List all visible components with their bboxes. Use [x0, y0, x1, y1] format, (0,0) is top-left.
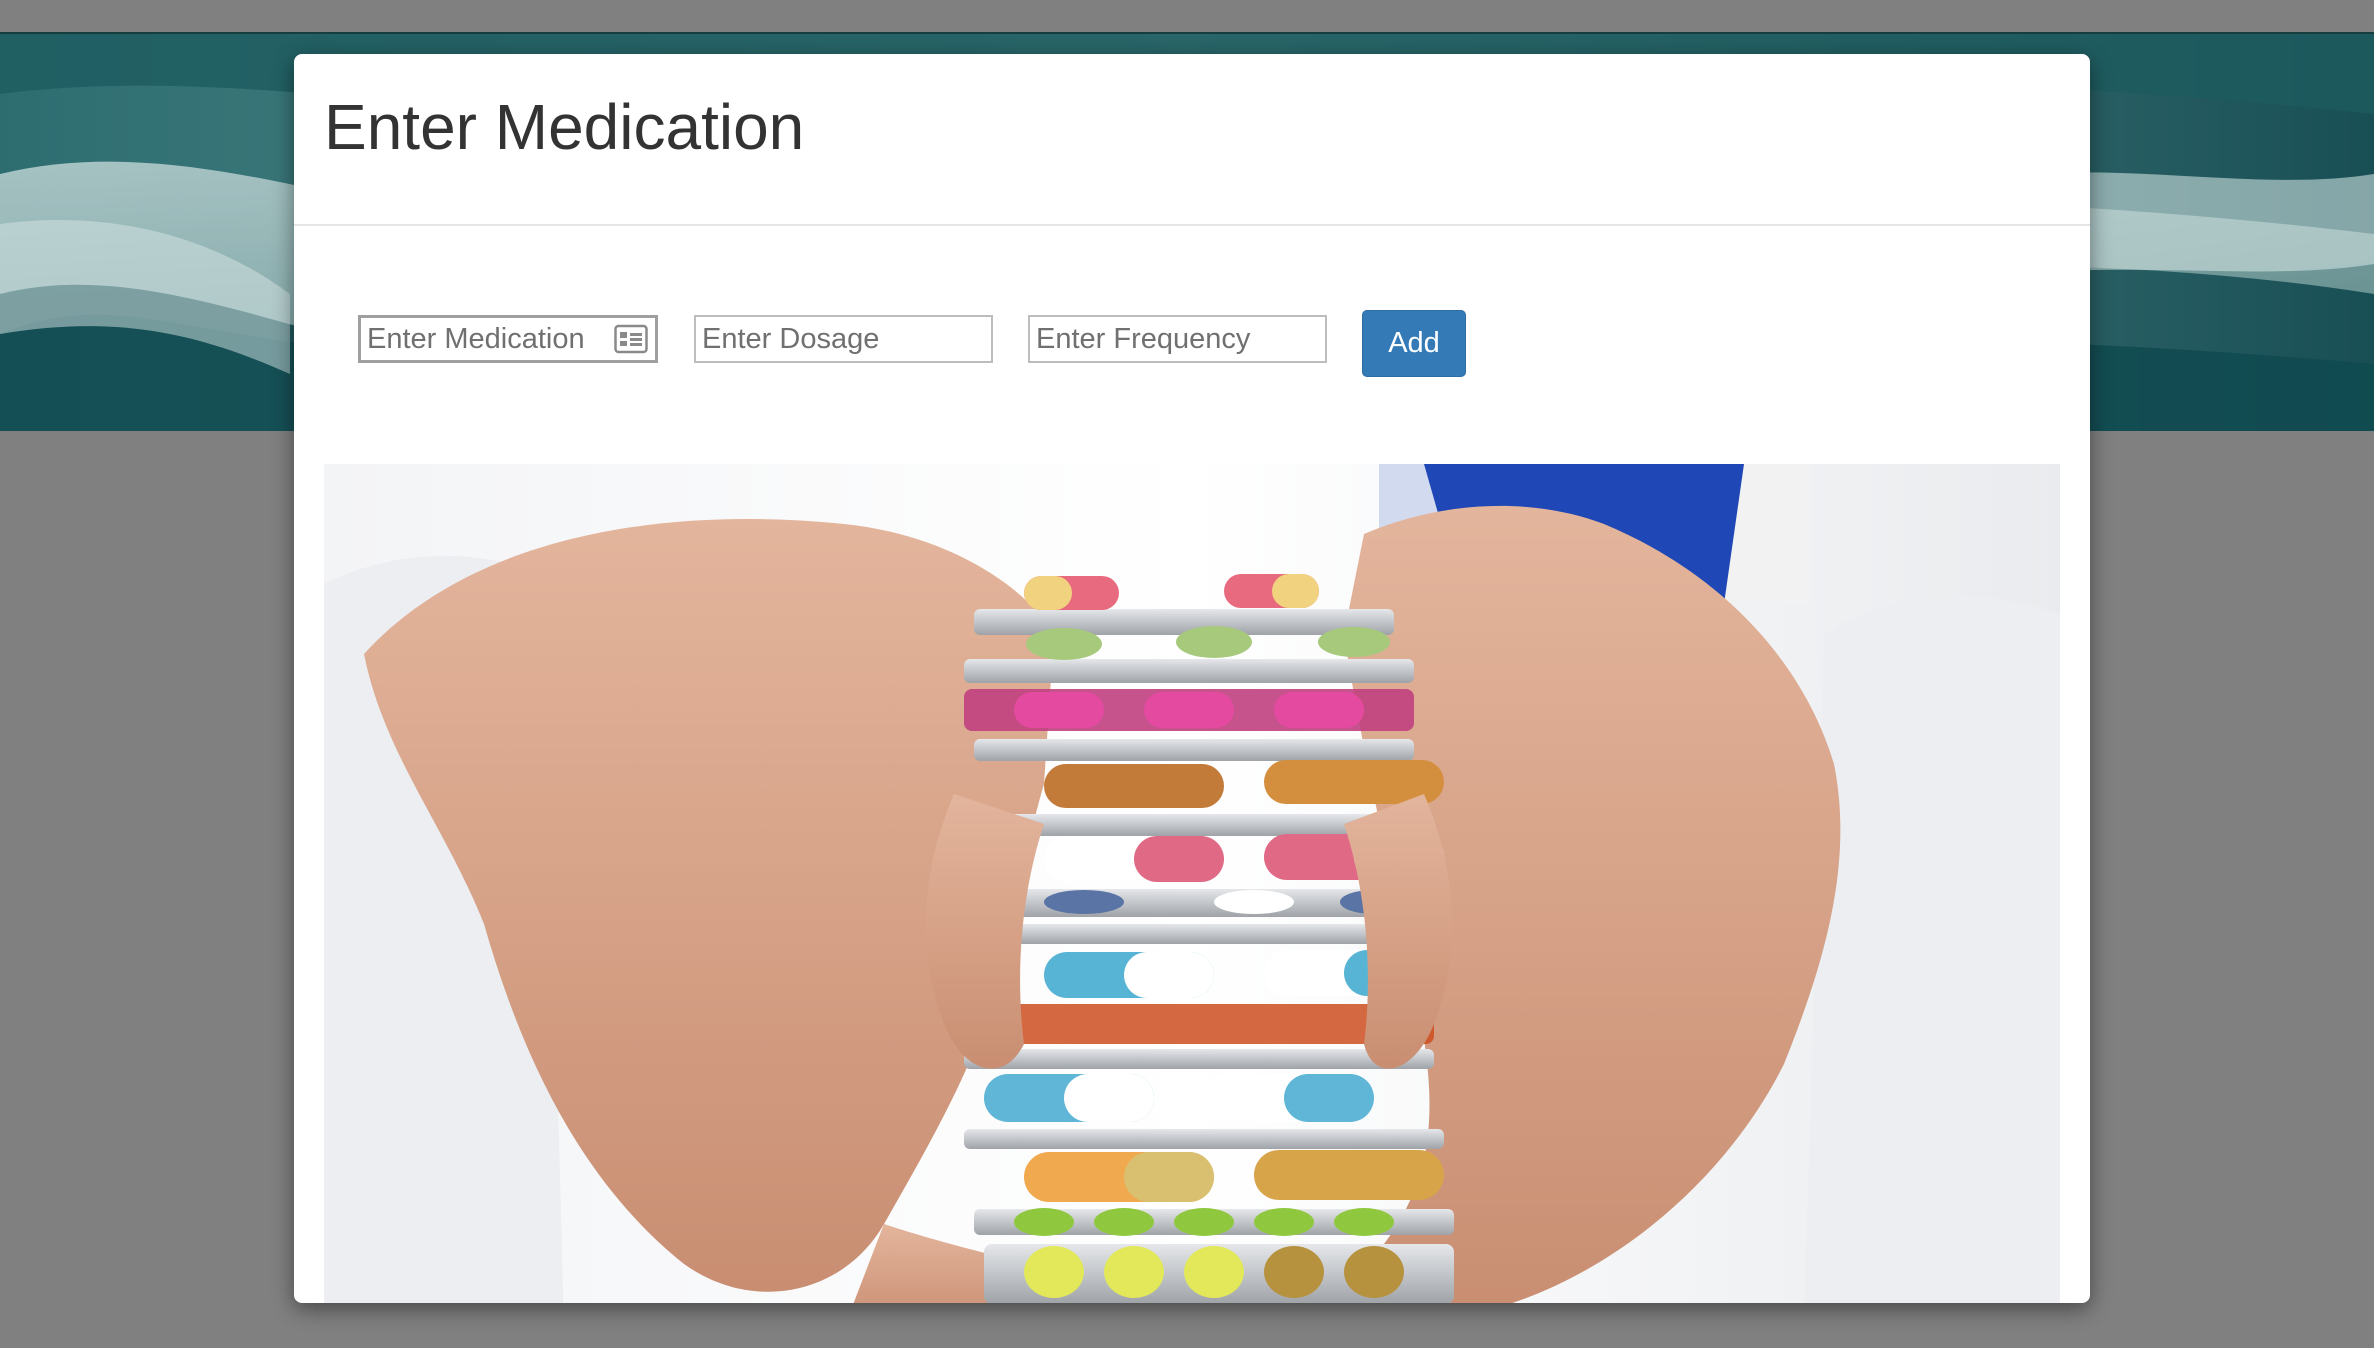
medication-form: Add [294, 226, 2090, 426]
modal-header: Enter Medication [294, 54, 2090, 226]
add-button[interactable]: Add [1362, 310, 1466, 377]
medication-modal: Enter Medication Add [294, 54, 2090, 1303]
contact-card-icon[interactable] [614, 324, 648, 354]
medication-input[interactable] [358, 315, 658, 363]
top-bar [0, 0, 2374, 36]
frequency-input[interactable] [1028, 315, 1327, 363]
medication-photo [324, 464, 2060, 1303]
page-title: Enter Medication [324, 91, 805, 163]
dosage-input[interactable] [694, 315, 993, 363]
